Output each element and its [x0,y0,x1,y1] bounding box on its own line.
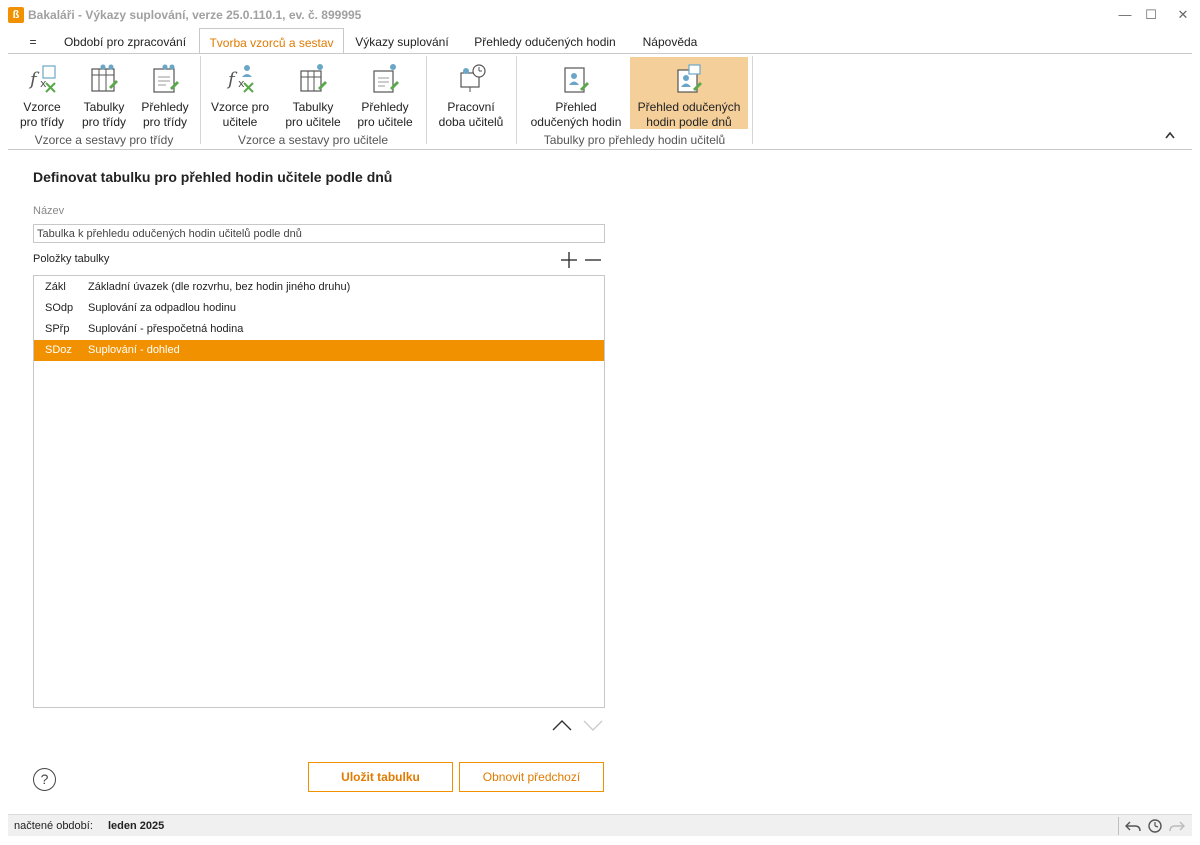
move-down-icon[interactable] [582,718,604,732]
teacher-clock-icon [460,64,486,92]
list-item[interactable]: SPřp Suplování - přespočetná hodina [34,319,604,340]
tab-obdobi[interactable]: Období pro zpracování [54,28,196,54]
list-item[interactable]: Zákl Základní úvazek (dle rozvrhu, bez h… [34,277,604,298]
svg-text:f: f [226,69,238,90]
list-item[interactable]: SOdp Suplování za odpadlou hodinu [34,298,604,319]
ribbon-prehled-oducenych-hodin-button[interactable]: Přehled odučených hodin [522,57,630,129]
ribbon-prehled-podle-dnu-button[interactable]: Přehled odučených hodin podle dnů [630,57,748,129]
table-icon [91,64,118,92]
ribbon-label-line1: Přehled [555,100,597,114]
report-icon [153,64,179,93]
item-description: Suplování - přespočetná hodina [88,323,244,335]
ribbon-label-line2: učitele [222,115,258,129]
ribbon-group-label: Vzorce a sestavy pro učitele [237,133,389,147]
item-code: SDoz [45,344,72,356]
undo-icon[interactable] [1124,818,1142,834]
redo-icon[interactable] [1168,818,1186,834]
ribbon-label-line1: Vzorce [23,100,61,114]
ribbon-label-line2: pro třídy [81,115,126,129]
ribbon-group-separator [752,56,753,144]
close-button[interactable]: ✕ [1166,0,1200,30]
tab-prehledy-hodin[interactable]: Přehledy odučených hodin [463,28,627,54]
item-code: SOdp [45,302,74,314]
ribbon-label-line2: pro učitele [285,115,341,129]
ribbon-group-separator [516,56,517,144]
remove-item-icon[interactable] [584,251,602,269]
save-table-button[interactable]: Uložit tabulku [308,762,453,792]
ribbon-label-line1: Pracovní [447,100,495,114]
history-icon[interactable] [1146,818,1164,834]
formula-teacher-icon: f x [226,65,254,93]
name-input[interactable] [33,224,605,243]
ribbon-divider [8,149,1192,150]
hamburger-menu-button[interactable]: = [22,28,44,54]
tab-napoveda[interactable]: Nápověda [633,28,707,54]
ribbon-label-line2: hodin podle dnů [646,115,732,129]
ribbon-label-line1: Přehledy [361,100,409,114]
ribbon-label-line2: doba učitelů [438,115,504,129]
title-bar: ß Bakaláři - Výkazy suplování, verze 25.… [0,0,1200,30]
hours-overview-icon [564,67,589,93]
ribbon-label-line1: Tabulky [292,100,334,114]
name-field-label: Název [33,205,65,217]
page-title: Definovat tabulku pro přehled hodin učit… [33,169,393,185]
report-teacher-icon [373,64,399,93]
ribbon-group-label: Vzorce a sestavy pro třídy [34,133,174,147]
ribbon-group-label: Tabulky pro přehledy hodin učitelů [543,133,726,147]
ribbon: f x Vzorce pro třídy Tabulky pro třídy P… [8,54,1192,150]
menu-bar: = Období pro zpracování Tvorba vzorců a … [0,28,1200,54]
move-up-icon[interactable] [551,718,573,732]
svg-text:f: f [28,69,40,90]
status-bar: načtené období: leden 2025 [8,814,1192,836]
status-separator [1118,817,1119,835]
ribbon-label-line1: Vzorce pro [210,100,270,114]
ribbon-label-line1: Přehled odučených [637,100,741,114]
ribbon-tabulky-pro-ucitele-button[interactable]: Tabulky pro učitele [282,57,344,129]
hours-by-day-icon [677,64,702,93]
ribbon-label-line1: Přehledy [141,100,189,114]
ribbon-label-line2: pro třídy [19,115,64,129]
ribbon-tabulky-pro-tridy-button[interactable]: Tabulky pro třídy [74,57,134,129]
items-list-label: Položky tabulky [33,253,110,265]
item-description: Základní úvazek (dle rozvrhu, bez hodin … [88,281,351,293]
item-description: Suplování za odpadlou hodinu [88,302,237,314]
chevron-up-icon[interactable] [1164,130,1176,140]
maximize-button[interactable]: ☐ [1134,0,1168,30]
ribbon-vzorce-pro-tridy-button[interactable]: f x Vzorce pro třídy [12,57,72,129]
tab-vykazy-suplovani[interactable]: Výkazy suplování [346,28,458,54]
help-button[interactable]: ? [33,768,56,791]
item-description: Suplování - dohled [88,344,180,356]
status-period-value: leden 2025 [108,820,165,832]
window-title: Bakaláři - Výkazy suplování, verze 25.0.… [28,8,362,22]
ribbon-prehledy-pro-ucitele-button[interactable]: Přehledy pro učitele [352,57,418,129]
bakalari-logo-icon: ß [8,7,24,23]
table-teacher-icon [300,64,327,92]
ribbon-prehledy-pro-tridy-button[interactable]: Přehledy pro třídy [136,57,194,129]
ribbon-pracovni-doba-button[interactable]: Pracovní doba učitelů [432,57,510,129]
status-period-label: načtené období: [14,820,93,832]
table-items-list[interactable]: Zákl Základní úvazek (dle rozvrhu, bez h… [33,275,605,708]
ribbon-label-line2: pro učitele [357,115,413,129]
formula-icon: f x [28,65,56,93]
list-item-selected[interactable]: SDoz Suplování - dohled [34,340,604,361]
item-code: SPřp [45,323,70,335]
ribbon-label-line2: pro třídy [142,115,187,129]
add-item-icon[interactable] [560,251,578,269]
ribbon-group-separator [200,56,201,144]
ribbon-label-line1: Tabulky [83,100,125,114]
restore-previous-button[interactable]: Obnovit předchozí [459,762,604,792]
tab-tvorba-vzorcu[interactable]: Tvorba vzorců a sestav [199,28,344,54]
ribbon-group-separator [426,56,427,144]
item-code: Zákl [45,281,66,293]
ribbon-label-line2: odučených hodin [530,115,622,129]
ribbon-vzorce-pro-ucitele-button[interactable]: f x Vzorce pro učitele [206,57,274,129]
